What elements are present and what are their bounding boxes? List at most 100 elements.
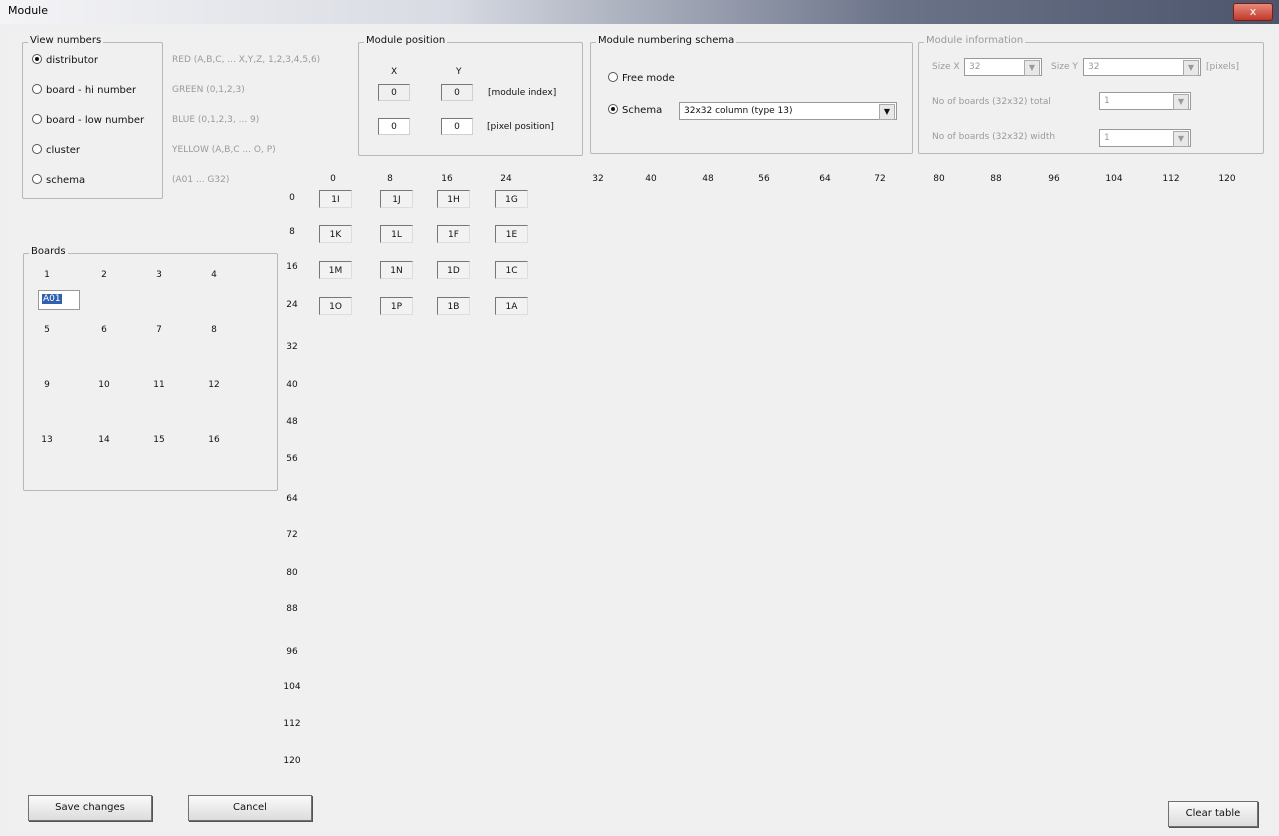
grid-col-header: 120 bbox=[1218, 174, 1236, 184]
radio-selected-icon bbox=[608, 104, 618, 114]
grid-cell[interactable]: 1L bbox=[380, 225, 413, 243]
board-number[interactable]: 1 bbox=[33, 270, 61, 280]
grid-cell[interactable]: 1A bbox=[495, 297, 528, 315]
board-number[interactable]: 6 bbox=[90, 325, 118, 335]
board-number[interactable]: 9 bbox=[33, 380, 61, 390]
view-numbers-title: View numbers bbox=[28, 35, 104, 46]
pixel-position-x[interactable]: 0 bbox=[378, 118, 410, 135]
board-number[interactable]: 7 bbox=[145, 325, 173, 335]
grid-cell[interactable]: 1O bbox=[319, 297, 352, 315]
radio-circle-icon bbox=[32, 144, 42, 154]
grid-col-header: 112 bbox=[1162, 174, 1180, 184]
grid-cell[interactable]: 1D bbox=[437, 261, 470, 279]
radio-circle-icon bbox=[32, 174, 42, 184]
grid-cell[interactable]: 1M bbox=[319, 261, 352, 279]
grid-row-header: 8 bbox=[289, 227, 295, 237]
grid-col-header: 32 bbox=[592, 174, 604, 184]
grid-row-header: 32 bbox=[286, 342, 298, 352]
view-radio-0[interactable]: distributor bbox=[32, 54, 98, 66]
grid-cell[interactable]: 1B bbox=[437, 297, 470, 315]
chevron-down-icon: ▼ bbox=[1183, 60, 1199, 76]
grid-row-header: 48 bbox=[286, 417, 298, 427]
grid-row-header: 16 bbox=[286, 262, 298, 272]
module-index-x: 0 bbox=[378, 84, 410, 101]
radio-circle-icon bbox=[32, 114, 42, 124]
view-hint-4: (A01 ... G32) bbox=[172, 175, 230, 185]
view-hint-0: RED (A,B,C, ... X,Y,Z, 1,2,3,4,5,6) bbox=[172, 55, 321, 65]
grid-col-header: 104 bbox=[1105, 174, 1123, 184]
x-label: X bbox=[391, 67, 398, 77]
module-info-title: Module information bbox=[924, 35, 1026, 46]
size-y-dropdown: 32 ▼ bbox=[1083, 58, 1201, 76]
grid-row-header: 112 bbox=[283, 719, 301, 729]
view-radio-4[interactable]: schema bbox=[32, 174, 85, 186]
grid-cell[interactable]: 1C bbox=[495, 261, 528, 279]
free-mode-radio[interactable]: Free mode bbox=[608, 72, 675, 84]
board-number[interactable]: 13 bbox=[33, 435, 61, 445]
grid-col-header: 24 bbox=[500, 174, 512, 184]
chevron-down-icon: ▼ bbox=[1024, 60, 1040, 76]
grid-col-header: 72 bbox=[874, 174, 886, 184]
boards-width-label: No of boards (32x32) width bbox=[932, 132, 1056, 142]
clear-table-button[interactable]: Clear table bbox=[1168, 801, 1258, 827]
view-radio-2[interactable]: board - low number bbox=[32, 114, 144, 126]
grid-row-header: 56 bbox=[286, 454, 298, 464]
board-number[interactable]: 12 bbox=[200, 380, 228, 390]
board-number[interactable]: 3 bbox=[145, 270, 173, 280]
grid-col-header: 80 bbox=[933, 174, 945, 184]
grid-col-header: 48 bbox=[702, 174, 714, 184]
module-position-title: Module position bbox=[364, 35, 448, 46]
grid-cell[interactable]: 1J bbox=[380, 190, 413, 208]
board-number[interactable]: 5 bbox=[33, 325, 61, 335]
board-number[interactable]: 15 bbox=[145, 435, 173, 445]
boards-group: Boards bbox=[23, 246, 278, 491]
boards-width-dropdown: 1 ▼ bbox=[1099, 129, 1191, 147]
grid-cell[interactable]: 1H bbox=[437, 190, 470, 208]
units-label: [pixels] bbox=[1206, 62, 1240, 72]
schema-dropdown[interactable]: 32x32 column (type 13) ▼ bbox=[679, 102, 897, 120]
size-x-dropdown: 32 ▼ bbox=[964, 58, 1042, 76]
grid-cell[interactable]: 1N bbox=[380, 261, 413, 279]
boards-title: Boards bbox=[29, 246, 68, 257]
board-number[interactable]: 2 bbox=[90, 270, 118, 280]
grid-col-header: 96 bbox=[1048, 174, 1060, 184]
view-hint-3: YELLOW (A,B,C ... O, P) bbox=[172, 145, 276, 155]
grid-cell[interactable]: 1G bbox=[495, 190, 528, 208]
view-radio-1[interactable]: board - hi number bbox=[32, 84, 136, 96]
grid-cell[interactable]: 1E bbox=[495, 225, 528, 243]
board-number[interactable]: 4 bbox=[200, 270, 228, 280]
chevron-down-icon[interactable]: ▼ bbox=[879, 104, 895, 120]
radio-circle-icon bbox=[608, 72, 618, 82]
save-changes-button[interactable]: Save changes bbox=[28, 795, 152, 821]
grid-row-header: 0 bbox=[289, 193, 295, 203]
board-number[interactable]: 8 bbox=[200, 325, 228, 335]
grid-col-header: 40 bbox=[645, 174, 657, 184]
grid-cell[interactable]: 1P bbox=[380, 297, 413, 315]
view-hint-1: GREEN (0,1,2,3) bbox=[172, 85, 245, 95]
board-number[interactable]: 10 bbox=[90, 380, 118, 390]
grid-cell[interactable]: 1K bbox=[319, 225, 352, 243]
size-y-label: Size Y bbox=[1051, 62, 1078, 72]
module-index-label: [module index] bbox=[488, 88, 557, 98]
grid-col-header: 8 bbox=[387, 174, 393, 184]
grid-cell[interactable]: 1I bbox=[319, 190, 352, 208]
grid-row-header: 40 bbox=[286, 380, 298, 390]
view-radio-3[interactable]: cluster bbox=[32, 144, 80, 156]
grid-col-header: 64 bbox=[819, 174, 831, 184]
schema-radio[interactable]: Schema bbox=[608, 104, 662, 116]
grid-cell[interactable]: 1F bbox=[437, 225, 470, 243]
board-number[interactable]: 16 bbox=[200, 435, 228, 445]
cancel-button[interactable]: Cancel bbox=[188, 795, 312, 821]
numbering-schema-group: Module numbering schema bbox=[590, 35, 913, 154]
grid-col-header: 88 bbox=[990, 174, 1002, 184]
board-number[interactable]: 11 bbox=[145, 380, 173, 390]
title-bar: Module x bbox=[0, 0, 1279, 24]
chevron-down-icon: ▼ bbox=[1173, 94, 1189, 110]
grid-col-header: 16 bbox=[441, 174, 453, 184]
pixel-position-y[interactable]: 0 bbox=[441, 118, 473, 135]
board-number[interactable]: 14 bbox=[90, 435, 118, 445]
grid-row-header: 104 bbox=[283, 682, 301, 692]
board-input[interactable]: A01 bbox=[38, 290, 80, 310]
close-button[interactable]: x bbox=[1233, 3, 1273, 21]
grid-row-header: 96 bbox=[286, 647, 298, 657]
